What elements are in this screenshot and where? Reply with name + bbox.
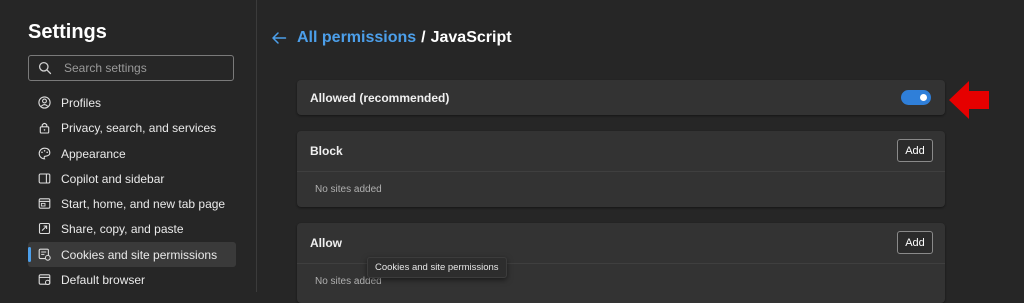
block-section: Block Add No sites added: [297, 131, 945, 207]
back-arrow-icon[interactable]: [271, 31, 287, 45]
home-tab-icon: [38, 197, 51, 210]
allowed-label: Allowed (recommended): [310, 91, 450, 105]
palette-icon: [38, 147, 51, 160]
search-icon: [38, 61, 52, 75]
block-add-button[interactable]: Add: [897, 139, 933, 162]
allowed-toggle[interactable]: [901, 90, 931, 105]
browser-icon: [38, 273, 51, 286]
breadcrumb-separator: /: [421, 29, 426, 46]
breadcrumb: All permissions / JavaScript: [271, 29, 512, 47]
sidebar-item-start-home[interactable]: Start, home, and new tab page: [28, 191, 236, 216]
sidebar-item-copilot[interactable]: Copilot and sidebar: [28, 166, 236, 191]
cookie-permissions-icon: [38, 248, 51, 261]
settings-title: Settings: [28, 21, 107, 43]
share-icon: [38, 222, 51, 235]
sidebar-item-appearance[interactable]: Appearance: [28, 141, 236, 166]
tooltip: Cookies and site permissions: [367, 257, 507, 278]
divider: [297, 171, 945, 172]
sidebar-item-label: Default browser: [61, 272, 146, 287]
lock-icon: [38, 121, 51, 134]
block-title: Block: [310, 144, 343, 158]
search-input[interactable]: [64, 61, 214, 75]
allow-title: Allow: [310, 236, 342, 250]
block-empty-text: No sites added: [315, 184, 382, 195]
sidebar-item-default-browser[interactable]: Default browser: [28, 267, 236, 292]
sidebar-item-label: Cookies and site permissions: [61, 247, 218, 262]
sidebar-item-share-copy[interactable]: Share, copy, and paste: [28, 216, 236, 241]
red-arrow-annotation-icon: [949, 81, 989, 119]
sidebar-item-label: Share, copy, and paste: [61, 221, 184, 236]
sidebar-item-label: Profiles: [61, 95, 102, 110]
sidebar-item-profiles[interactable]: Profiles: [28, 90, 236, 115]
breadcrumb-link-all-permissions[interactable]: All permissions: [297, 29, 416, 47]
sidebar-item-label: Copilot and sidebar: [61, 171, 165, 186]
page-title: JavaScript: [430, 29, 512, 46]
search-box[interactable]: [28, 55, 234, 81]
sidebar-item-label: Privacy, search, and services: [61, 120, 217, 135]
sidebar-item-label: Start, home, and new tab page: [61, 196, 226, 211]
allow-add-button[interactable]: Add: [897, 231, 933, 254]
sidebar-icon: [38, 172, 51, 185]
profile-icon: [38, 96, 51, 109]
sidebar-item-label: Appearance: [61, 146, 126, 161]
sidebar-item-privacy[interactable]: Privacy, search, and services: [28, 115, 236, 140]
allowed-setting-card: Allowed (recommended): [297, 80, 945, 115]
main-content: All permissions / JavaScript Allowed (re…: [257, 0, 1024, 303]
sidebar-item-cookies-permissions[interactable]: Cookies and site permissions: [28, 242, 236, 267]
toggle-knob: [920, 94, 927, 101]
settings-sidebar: Settings Profiles Privacy, search, and s…: [0, 0, 257, 292]
